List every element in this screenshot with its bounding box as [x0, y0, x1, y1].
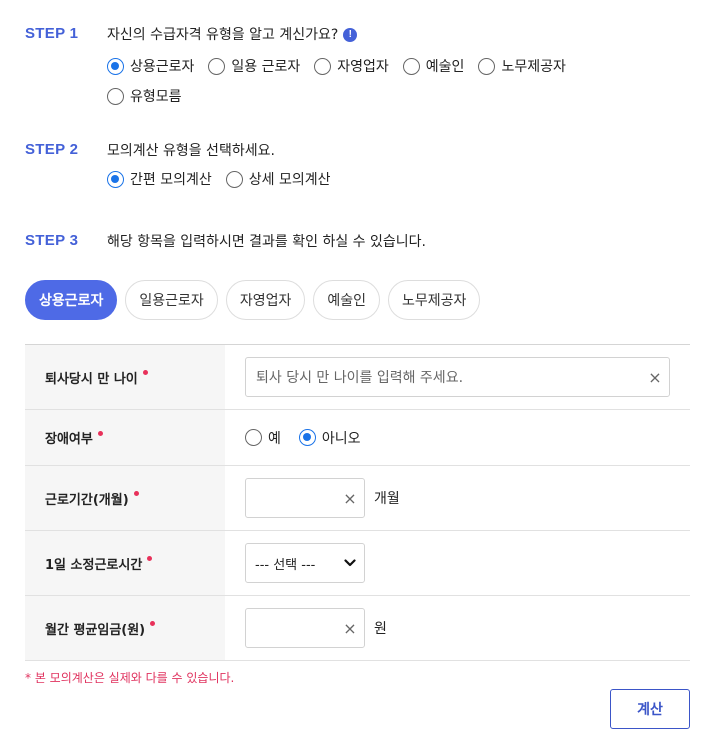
calc-form: 퇴사당시 만 나이 퇴사 당시 만 나이를 입력해 주세요. × 장애여부 예 …	[25, 344, 690, 661]
required-icon	[97, 430, 103, 436]
tab-artist[interactable]: 예술인	[313, 280, 380, 320]
info-icon[interactable]: !	[343, 28, 358, 42]
step2-question: 모의계산 유형을 선택하세요.	[107, 143, 275, 159]
step1-label: STEP 1	[25, 25, 79, 42]
required-icon	[133, 491, 139, 496]
step1-body: 자신의 수급자격 유형을 알고 계신가요? ! 상용근로자 일용 근로자 자영업…	[107, 25, 697, 111]
option-label: 유형모름	[130, 89, 182, 105]
row-cell: 예 아니오	[225, 410, 690, 465]
radio-unchecked-icon[interactable]	[225, 170, 243, 188]
step1-question-text: 자신의 수급자격 유형을 알고 계신가요?	[107, 27, 339, 43]
step1-option-artist[interactable]: 예술인	[402, 51, 465, 81]
disclaimer-note: * 본 모의계산은 실제와 다를 수 있습니다.	[25, 671, 235, 685]
wage-unit: 원	[374, 621, 387, 637]
step1-option-labor-provider[interactable]: 노무제공자	[478, 51, 566, 81]
step1-radio-group: 상용근로자 일용 근로자 자영업자 예술인 노무제공자 유형모름	[107, 51, 617, 111]
calculate-button[interactable]: 계산	[610, 689, 690, 729]
option-label: 상세 모의계산	[248, 172, 331, 188]
wage-label: 월간 평균임금(원)	[45, 622, 146, 638]
radio-unchecked-icon[interactable]	[402, 57, 420, 75]
option-label: 아니오	[321, 430, 361, 447]
step3-question: 해당 항목을 입력하시면 결과를 확인 하실 수 있습니다.	[107, 234, 426, 250]
step2-radio-group: 간편 모의계산 상세 모의계산	[107, 164, 697, 194]
period-label: 근로기간(개월)	[45, 492, 129, 508]
step1-option-self-employed[interactable]: 자영업자	[314, 51, 389, 81]
tab-daily-worker[interactable]: 일용근로자	[125, 280, 218, 320]
step1-question: 자신의 수급자격 유형을 알고 계신가요? !	[107, 25, 697, 45]
step3-section: STEP 3 해당 항목을 입력하시면 결과를 확인 하실 수 있습니다.	[25, 232, 685, 254]
age-input[interactable]: 퇴사 당시 만 나이를 입력해 주세요. ×	[245, 357, 670, 397]
clear-icon[interactable]: ×	[641, 368, 669, 387]
required-icon	[150, 621, 156, 626]
option-label: 간편 모의계산	[130, 172, 212, 188]
step2-section: STEP 2 모의계산 유형을 선택하세요. 간편 모의계산 상세 모의계산	[25, 141, 685, 201]
row-label: 퇴사당시 만 나이	[25, 345, 225, 409]
row-cell: 퇴사 당시 만 나이를 입력해 주세요. ×	[225, 345, 690, 409]
hours-label: 1일 소정근로시간	[45, 557, 143, 573]
tab-self-employed[interactable]: 자영업자	[225, 280, 306, 320]
worker-type-tabs: 상용근로자 일용근로자 자영업자 예술인 노무제공자	[25, 280, 488, 320]
radio-unchecked-icon[interactable]	[208, 57, 226, 75]
radio-unchecked-icon[interactable]	[245, 429, 262, 446]
option-label: 노무제공자	[501, 59, 566, 75]
step1-section: STEP 1 자신의 수급자격 유형을 알고 계신가요? ! 상용근로자 일용 …	[25, 25, 685, 105]
hours-select[interactable]: --- 선택 ---	[245, 543, 365, 583]
row-label: 1일 소정근로시간	[25, 531, 225, 595]
form-row-disability: 장애여부 예 아니오	[25, 410, 690, 466]
disability-option-no[interactable]: 아니오	[298, 423, 361, 453]
disability-label: 장애여부	[45, 432, 93, 447]
disability-option-yes[interactable]: 예	[245, 423, 281, 453]
age-label: 퇴사당시 만 나이	[45, 371, 138, 387]
radio-unchecked-icon[interactable]	[314, 57, 332, 75]
step2-body: 모의계산 유형을 선택하세요. 간편 모의계산 상세 모의계산	[107, 141, 697, 194]
row-cell: --- 선택 ---	[225, 531, 690, 595]
form-row-hours: 1일 소정근로시간 --- 선택 ---	[25, 531, 690, 596]
row-label: 월간 평균임금(원)	[25, 596, 225, 660]
step2-label: STEP 2	[25, 141, 79, 158]
radio-unchecked-icon[interactable]	[107, 87, 124, 105]
required-icon	[142, 370, 148, 375]
option-label: 예	[268, 430, 281, 447]
radio-unchecked-icon[interactable]	[478, 57, 496, 75]
radio-checked-icon[interactable]	[107, 170, 124, 188]
hours-select-value: --- 선택 ---	[255, 557, 316, 573]
step1-option-regular[interactable]: 상용근로자	[107, 51, 194, 81]
clear-icon[interactable]: ×	[336, 489, 364, 508]
required-icon	[147, 556, 153, 561]
option-label: 자영업자	[337, 59, 389, 75]
form-row-period: 근로기간(개월) × 개월	[25, 466, 690, 531]
tab-labor-provider[interactable]: 노무제공자	[387, 280, 481, 320]
option-label: 예술인	[425, 59, 465, 75]
chevron-down-icon	[344, 559, 356, 567]
row-label: 장애여부	[25, 410, 225, 465]
form-row-wage: 월간 평균임금(원) × 원	[25, 596, 690, 661]
period-unit: 개월	[374, 491, 400, 507]
row-label: 근로기간(개월)	[25, 466, 225, 530]
option-label: 일용 근로자	[231, 59, 301, 75]
wage-input[interactable]: ×	[245, 608, 365, 648]
tab-regular-worker[interactable]: 상용근로자	[25, 280, 118, 320]
radio-checked-icon[interactable]	[298, 429, 316, 446]
row-cell: × 원	[225, 596, 690, 660]
step1-option-unknown[interactable]: 유형모름	[107, 81, 182, 111]
form-row-age: 퇴사당시 만 나이 퇴사 당시 만 나이를 입력해 주세요. ×	[25, 345, 690, 410]
age-input-placeholder: 퇴사 당시 만 나이를 입력해 주세요.	[256, 370, 464, 386]
step3-label: STEP 3	[25, 232, 79, 249]
step2-option-simple[interactable]: 간편 모의계산	[107, 164, 212, 194]
row-cell: × 개월	[225, 466, 690, 530]
clear-icon[interactable]: ×	[336, 619, 364, 638]
step3-body: 해당 항목을 입력하시면 결과를 확인 하실 수 있습니다.	[107, 232, 697, 252]
period-input[interactable]: ×	[245, 478, 365, 518]
radio-checked-icon[interactable]	[107, 57, 124, 75]
step2-option-detailed[interactable]: 상세 모의계산	[225, 164, 331, 194]
option-label: 상용근로자	[130, 59, 195, 75]
step1-option-daily[interactable]: 일용 근로자	[208, 51, 300, 81]
